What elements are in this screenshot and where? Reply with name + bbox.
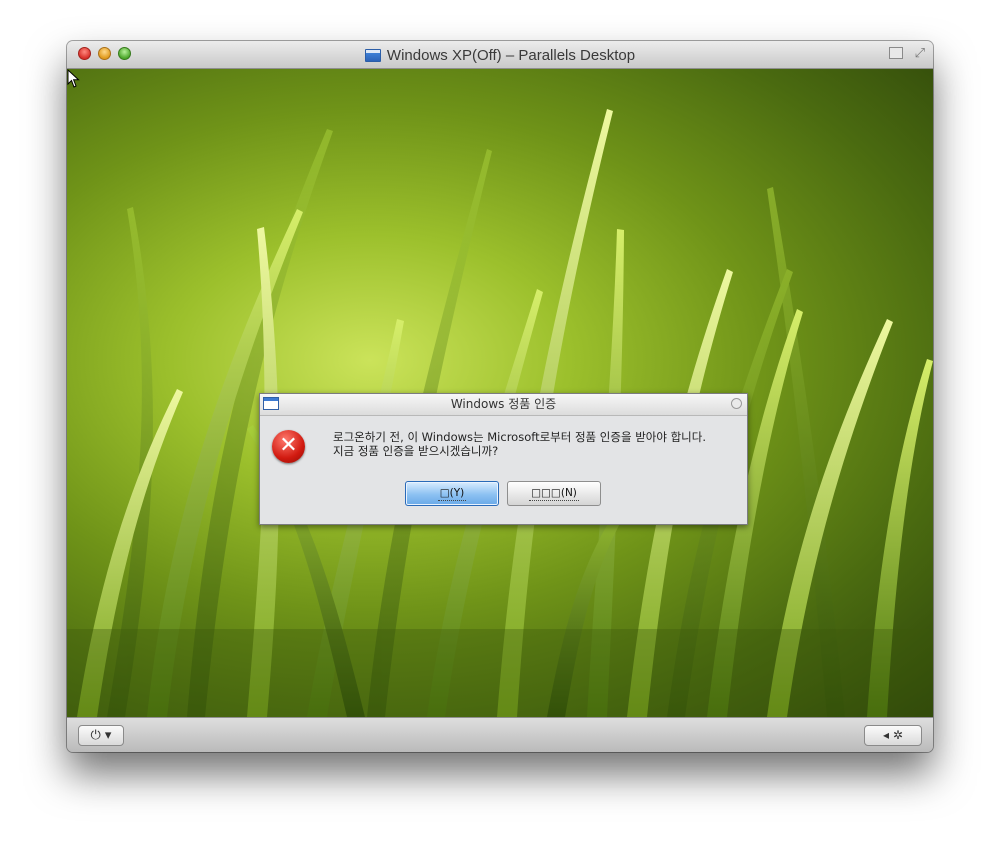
activation-dialog: Windows 정품 인증 ✕ 로그온하기 전, 이 Windows는 Micr… bbox=[259, 393, 748, 525]
settings-button[interactable]: ◂ ✲ bbox=[864, 725, 922, 746]
dialog-message: 로그온하기 전, 이 Windows는 Microsoft로부터 정품 인증을 … bbox=[333, 430, 743, 458]
message-line-2: 지금 정품 인증을 받으시겠습니까? bbox=[333, 444, 499, 458]
vm-desktop[interactable]: Windows 정품 인증 ✕ 로그온하기 전, 이 Windows는 Micr… bbox=[67, 69, 933, 717]
status-toolbar: ⏻ ▾ ◂ ✲ bbox=[67, 717, 933, 752]
title-bar[interactable]: Windows XP(Off) – Parallels Desktop ⤢ bbox=[67, 41, 933, 69]
dialog-close-button[interactable] bbox=[731, 398, 742, 409]
fullscreen-icon[interactable]: ⤢ bbox=[915, 47, 925, 60]
dialog-title: Windows 정품 인증 bbox=[450, 397, 557, 411]
mouse-cursor bbox=[67, 69, 80, 88]
no-button-label: □□□(N) bbox=[529, 487, 579, 501]
error-icon: ✕ bbox=[272, 430, 305, 463]
dialog-title-bar[interactable]: Windows 정품 인증 bbox=[260, 394, 747, 416]
window-title: Windows XP(Off) – Parallels Desktop bbox=[386, 47, 636, 64]
window-title-area: Windows XP(Off) – Parallels Desktop bbox=[67, 41, 933, 68]
yes-button-label: □(Y) bbox=[437, 487, 467, 501]
parallels-window: Windows XP(Off) – Parallels Desktop ⤢ Wi… bbox=[67, 41, 933, 752]
message-line-1: 로그온하기 전, 이 Windows는 Microsoft로부터 정품 인증을 … bbox=[333, 430, 706, 444]
vm-window-icon bbox=[364, 49, 381, 62]
no-button[interactable]: □□□(N) bbox=[507, 481, 601, 506]
coherence-icon[interactable] bbox=[889, 47, 903, 59]
power-button[interactable]: ⏻ ▾ bbox=[78, 725, 124, 746]
yes-button[interactable]: □(Y) bbox=[405, 481, 499, 506]
